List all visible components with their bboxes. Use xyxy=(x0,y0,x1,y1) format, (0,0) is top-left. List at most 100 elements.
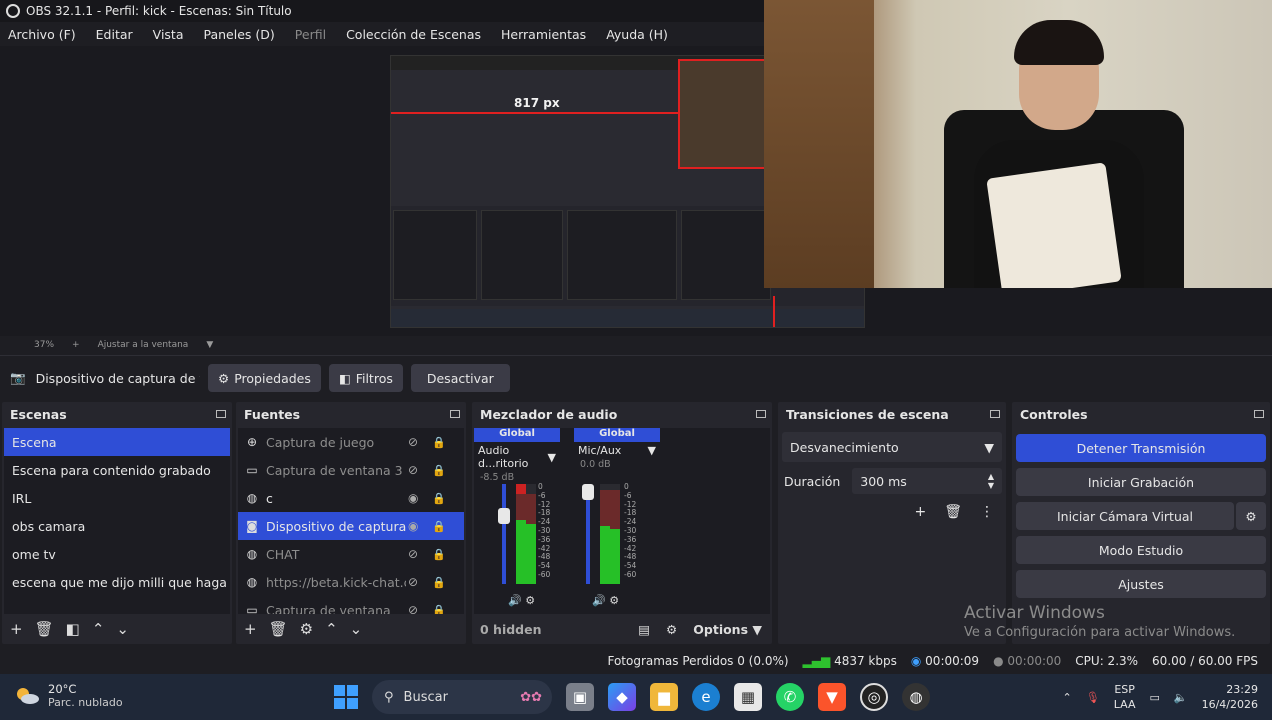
eye-hidden-icon[interactable]: ⊘ xyxy=(408,603,418,614)
source-item[interactable]: ▭ Captura de ventana ⊘ 🔒 xyxy=(238,596,464,615)
source-item[interactable]: ◍ c ◉ 🔒 xyxy=(238,484,464,512)
windows-start-icon[interactable] xyxy=(334,685,358,709)
clock[interactable]: 23:29 16/4/2026 xyxy=(1202,682,1258,712)
properties-button[interactable]: ⚙ Propiedades xyxy=(208,364,321,392)
menu-vista[interactable]: Vista xyxy=(153,25,190,44)
move-down-icon[interactable]: ⌄ xyxy=(116,620,129,638)
scene-item[interactable]: Escena para contenido grabado xyxy=(4,456,230,484)
settings-button[interactable]: Ajustes xyxy=(1016,570,1266,598)
obs-icon[interactable]: ◎ xyxy=(860,683,888,711)
source-item[interactable]: ▭ Captura de ventana 3 ⊘ 🔒 xyxy=(238,456,464,484)
more-icon[interactable]: ⋮ xyxy=(980,504,994,520)
virtual-camera-button[interactable]: Iniciar Cámara Virtual xyxy=(1016,502,1234,530)
folder-icon[interactable]: ▆ xyxy=(650,683,678,711)
add-icon[interactable]: + xyxy=(10,620,23,638)
speaker-icon[interactable]: 🔊 xyxy=(508,594,522,607)
menu-ayuda[interactable]: Ayuda (H) xyxy=(606,25,674,44)
lock-icon[interactable]: 🔒 xyxy=(432,548,446,561)
move-up-icon[interactable]: ⌃ xyxy=(92,620,105,638)
language-indicator[interactable]: ESP LAA xyxy=(1114,682,1136,712)
weather-widget[interactable]: 20°C Parc. nublado xyxy=(14,682,123,709)
eye-icon[interactable]: ◉ xyxy=(408,519,418,533)
task-view-icon[interactable]: ▣ xyxy=(566,683,594,711)
zoom-fit[interactable]: Ajustar a la ventana xyxy=(98,340,189,350)
gear-icon[interactable]: ⚙ xyxy=(300,620,313,638)
lock-icon[interactable]: 🔒 xyxy=(432,492,446,505)
eye-hidden-icon[interactable]: ⊘ xyxy=(408,463,418,477)
eye-hidden-icon[interactable]: ⊘ xyxy=(408,435,418,449)
chevron-up-icon[interactable]: ⌃ xyxy=(1063,691,1072,704)
move-up-icon[interactable]: ⌃ xyxy=(325,620,338,638)
edge-icon[interactable]: e xyxy=(692,683,720,711)
menu-archivo[interactable]: Archivo (F) xyxy=(8,25,82,44)
mixer-settings-icon[interactable]: ⚙ xyxy=(666,622,677,637)
options-button[interactable]: Options ▼ xyxy=(693,622,762,637)
virtual-camera-settings-icon[interactable]: ⚙ xyxy=(1236,502,1266,530)
eye-hidden-icon[interactable]: ⊘ xyxy=(408,575,418,589)
trash-icon[interactable]: 🗑 xyxy=(35,620,54,638)
transition-select[interactable]: Desvanecimiento ▼ xyxy=(782,432,1002,462)
fader-knob[interactable] xyxy=(582,484,594,500)
stop-stream-button[interactable]: Detener Transmisión xyxy=(1016,434,1266,462)
undock-icon[interactable] xyxy=(216,410,226,418)
menu-perfil[interactable]: Perfil xyxy=(295,25,332,44)
scene-item[interactable]: IRL xyxy=(4,484,230,512)
lock-icon[interactable]: 🔒 xyxy=(432,436,446,449)
duration-spinbox[interactable]: 300 ms ▲ ▼ xyxy=(852,468,1002,494)
scene-item[interactable]: ome tv xyxy=(4,540,230,568)
filter-icon[interactable]: ◧ xyxy=(66,620,80,638)
zoom-dropdown-icon[interactable]: ▼ xyxy=(206,340,213,350)
volume-icon[interactable]: 🔈 xyxy=(1174,691,1188,704)
menu-paneles[interactable]: Paneles (D) xyxy=(204,25,281,44)
lock-icon[interactable]: 🔒 xyxy=(432,520,446,533)
move-down-icon[interactable]: ⌄ xyxy=(350,620,363,638)
scene-item[interactable]: escena que me dijo milli que haga para p xyxy=(4,568,230,596)
eye-icon[interactable]: ◉ xyxy=(408,491,418,505)
add-icon[interactable]: + xyxy=(914,504,926,520)
spin-arrows-icon[interactable]: ▲ ▼ xyxy=(988,472,994,490)
eye-hidden-icon[interactable]: ⊘ xyxy=(408,547,418,561)
brave-icon[interactable]: ▼ xyxy=(818,683,846,711)
undock-icon[interactable] xyxy=(990,410,1000,418)
undock-icon[interactable] xyxy=(756,410,766,418)
store-icon[interactable]: ▦ xyxy=(734,683,762,711)
trash-icon[interactable]: 🗑 xyxy=(944,504,962,520)
layout-icon[interactable]: ▤ xyxy=(638,622,650,637)
filters-button[interactable]: ◧ Filtros xyxy=(328,364,403,392)
fader-knob[interactable] xyxy=(498,508,510,524)
undock-icon[interactable] xyxy=(450,410,460,418)
caret-down-icon[interactable]: ▼ xyxy=(548,451,556,464)
whatsapp-icon[interactable]: ✆ xyxy=(776,683,804,711)
microphone-icon[interactable]: 🎙 xyxy=(1086,691,1100,704)
menu-editar[interactable]: Editar xyxy=(96,25,139,44)
volume-fader[interactable] xyxy=(582,484,594,584)
source-item[interactable]: ⊕ Captura de juego ⊘ 🔒 xyxy=(238,428,464,456)
lock-icon[interactable]: 🔒 xyxy=(432,604,446,615)
channel-name-row[interactable]: Mic/Aux ▼ xyxy=(574,442,660,459)
source-item[interactable]: ◙ Dispositivo de captura d ◉ 🔒 xyxy=(238,512,464,540)
add-icon[interactable]: + xyxy=(244,620,257,638)
source-item[interactable]: ◍ CHAT ⊘ 🔒 xyxy=(238,540,464,568)
taskbar-search[interactable]: ⚲ Buscar ✿✿ xyxy=(372,680,552,714)
source-item[interactable]: ◍ https://beta.kick-chat.co ⊘ 🔒 xyxy=(238,568,464,596)
settings-small-icon[interactable]: ⚙ xyxy=(525,594,535,607)
speaker-icon[interactable]: 🔊 xyxy=(592,594,606,607)
settings-small-icon[interactable]: ⚙ xyxy=(609,594,619,607)
studio-mode-button[interactable]: Modo Estudio xyxy=(1016,536,1266,564)
caret-down-icon[interactable]: ▼ xyxy=(648,444,656,457)
scene-item[interactable]: obs camara xyxy=(4,512,230,540)
menu-herramientas[interactable]: Herramientas xyxy=(501,25,592,44)
trash-icon[interactable]: 🗑 xyxy=(269,620,288,638)
m365-icon[interactable]: ◆ xyxy=(608,683,636,711)
deactivate-button[interactable]: Desactivar xyxy=(410,364,510,392)
scene-item[interactable]: Escena xyxy=(4,428,230,456)
network-icon[interactable]: ▭ xyxy=(1149,691,1159,704)
recording-app-icon[interactable]: ◍ xyxy=(902,683,930,711)
menu-coleccion[interactable]: Colección de Escenas xyxy=(346,25,487,44)
volume-fader[interactable] xyxy=(498,484,510,584)
lock-icon[interactable]: 🔒 xyxy=(432,576,446,589)
lock-icon[interactable]: 🔒 xyxy=(432,464,446,477)
undock-icon[interactable] xyxy=(1254,410,1264,418)
channel-name-row[interactable]: Audio d...ritorio ▼ xyxy=(474,442,560,472)
zoom-in-icon[interactable]: + xyxy=(72,340,80,350)
